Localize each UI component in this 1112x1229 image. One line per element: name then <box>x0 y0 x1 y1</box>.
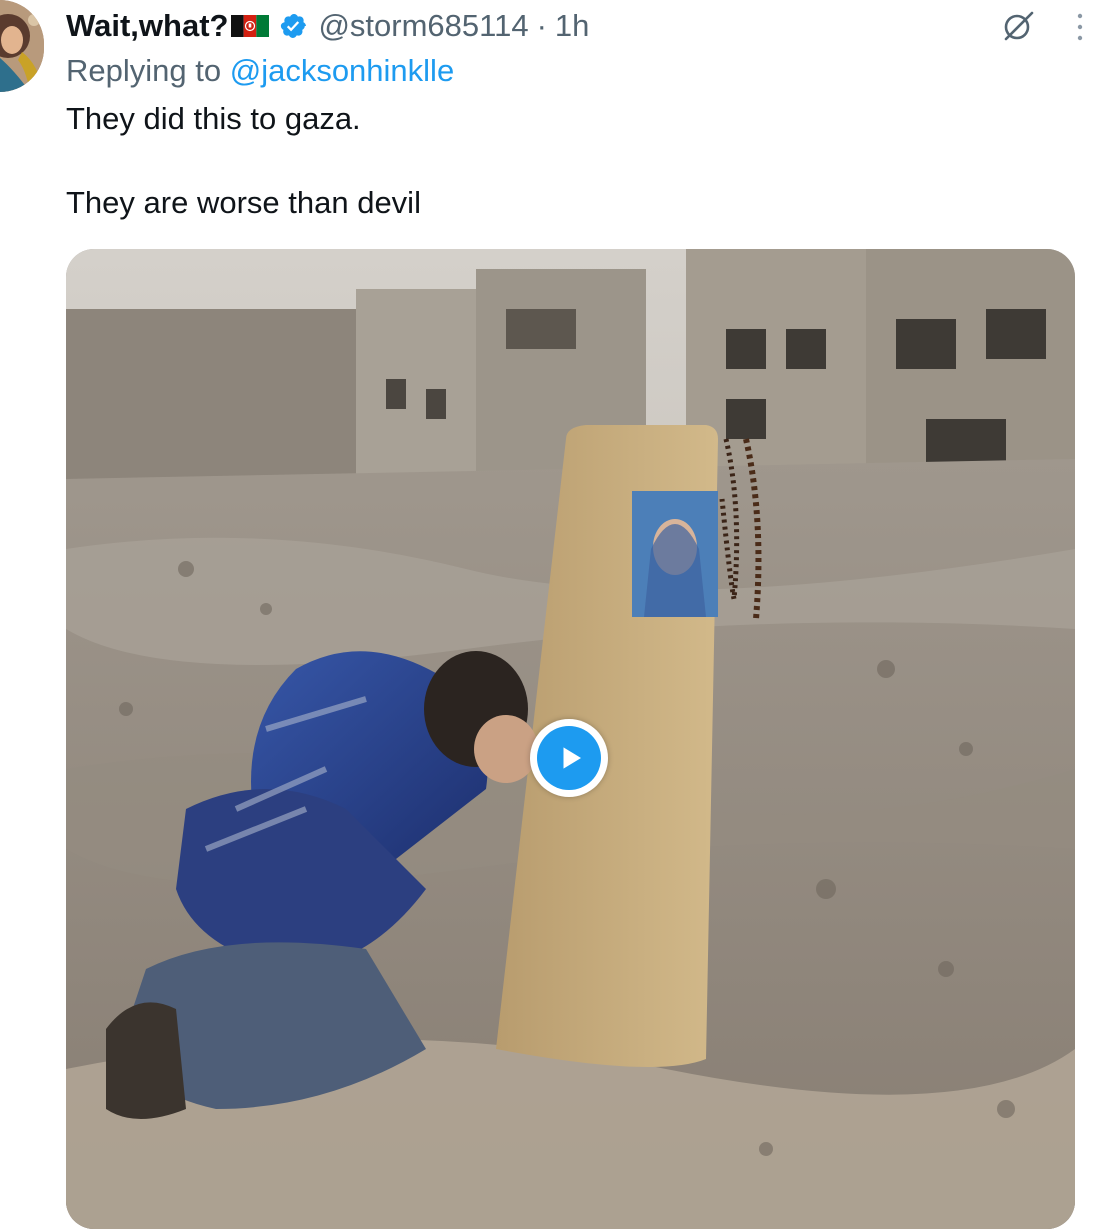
tweet-header: Wait,what? @storm685114 · 1h <box>66 4 589 48</box>
tweet-text-line: They did this to gaza. <box>66 101 361 136</box>
play-button[interactable] <box>530 719 608 797</box>
more-vertical-icon[interactable] <box>1068 10 1092 44</box>
user-handle[interactable]: @storm685114 <box>318 8 528 44</box>
replying-to: Replying to @jacksonhinklle <box>66 50 454 92</box>
tweet-text-gap <box>66 140 1066 182</box>
avatar-image <box>0 0 44 92</box>
separator-dot: · <box>536 8 547 43</box>
avatar[interactable] <box>0 0 44 92</box>
tweet-text: They did this to gaza. They are worse th… <box>66 98 1066 224</box>
display-name[interactable]: Wait,what? <box>66 8 228 44</box>
tweet-video[interactable] <box>66 249 1075 1229</box>
play-icon <box>563 747 581 769</box>
replying-prefix: Replying to <box>66 53 230 88</box>
verified-badge-icon <box>280 12 308 40</box>
timestamp[interactable]: 1h <box>555 8 589 44</box>
play-button-circle <box>537 726 601 790</box>
tweet-text-line: They are worse than devil <box>66 185 421 220</box>
grok-icon[interactable] <box>1000 8 1036 44</box>
afghanistan-flag-icon <box>230 14 271 38</box>
replying-to-link[interactable]: @jacksonhinklle <box>230 53 454 88</box>
